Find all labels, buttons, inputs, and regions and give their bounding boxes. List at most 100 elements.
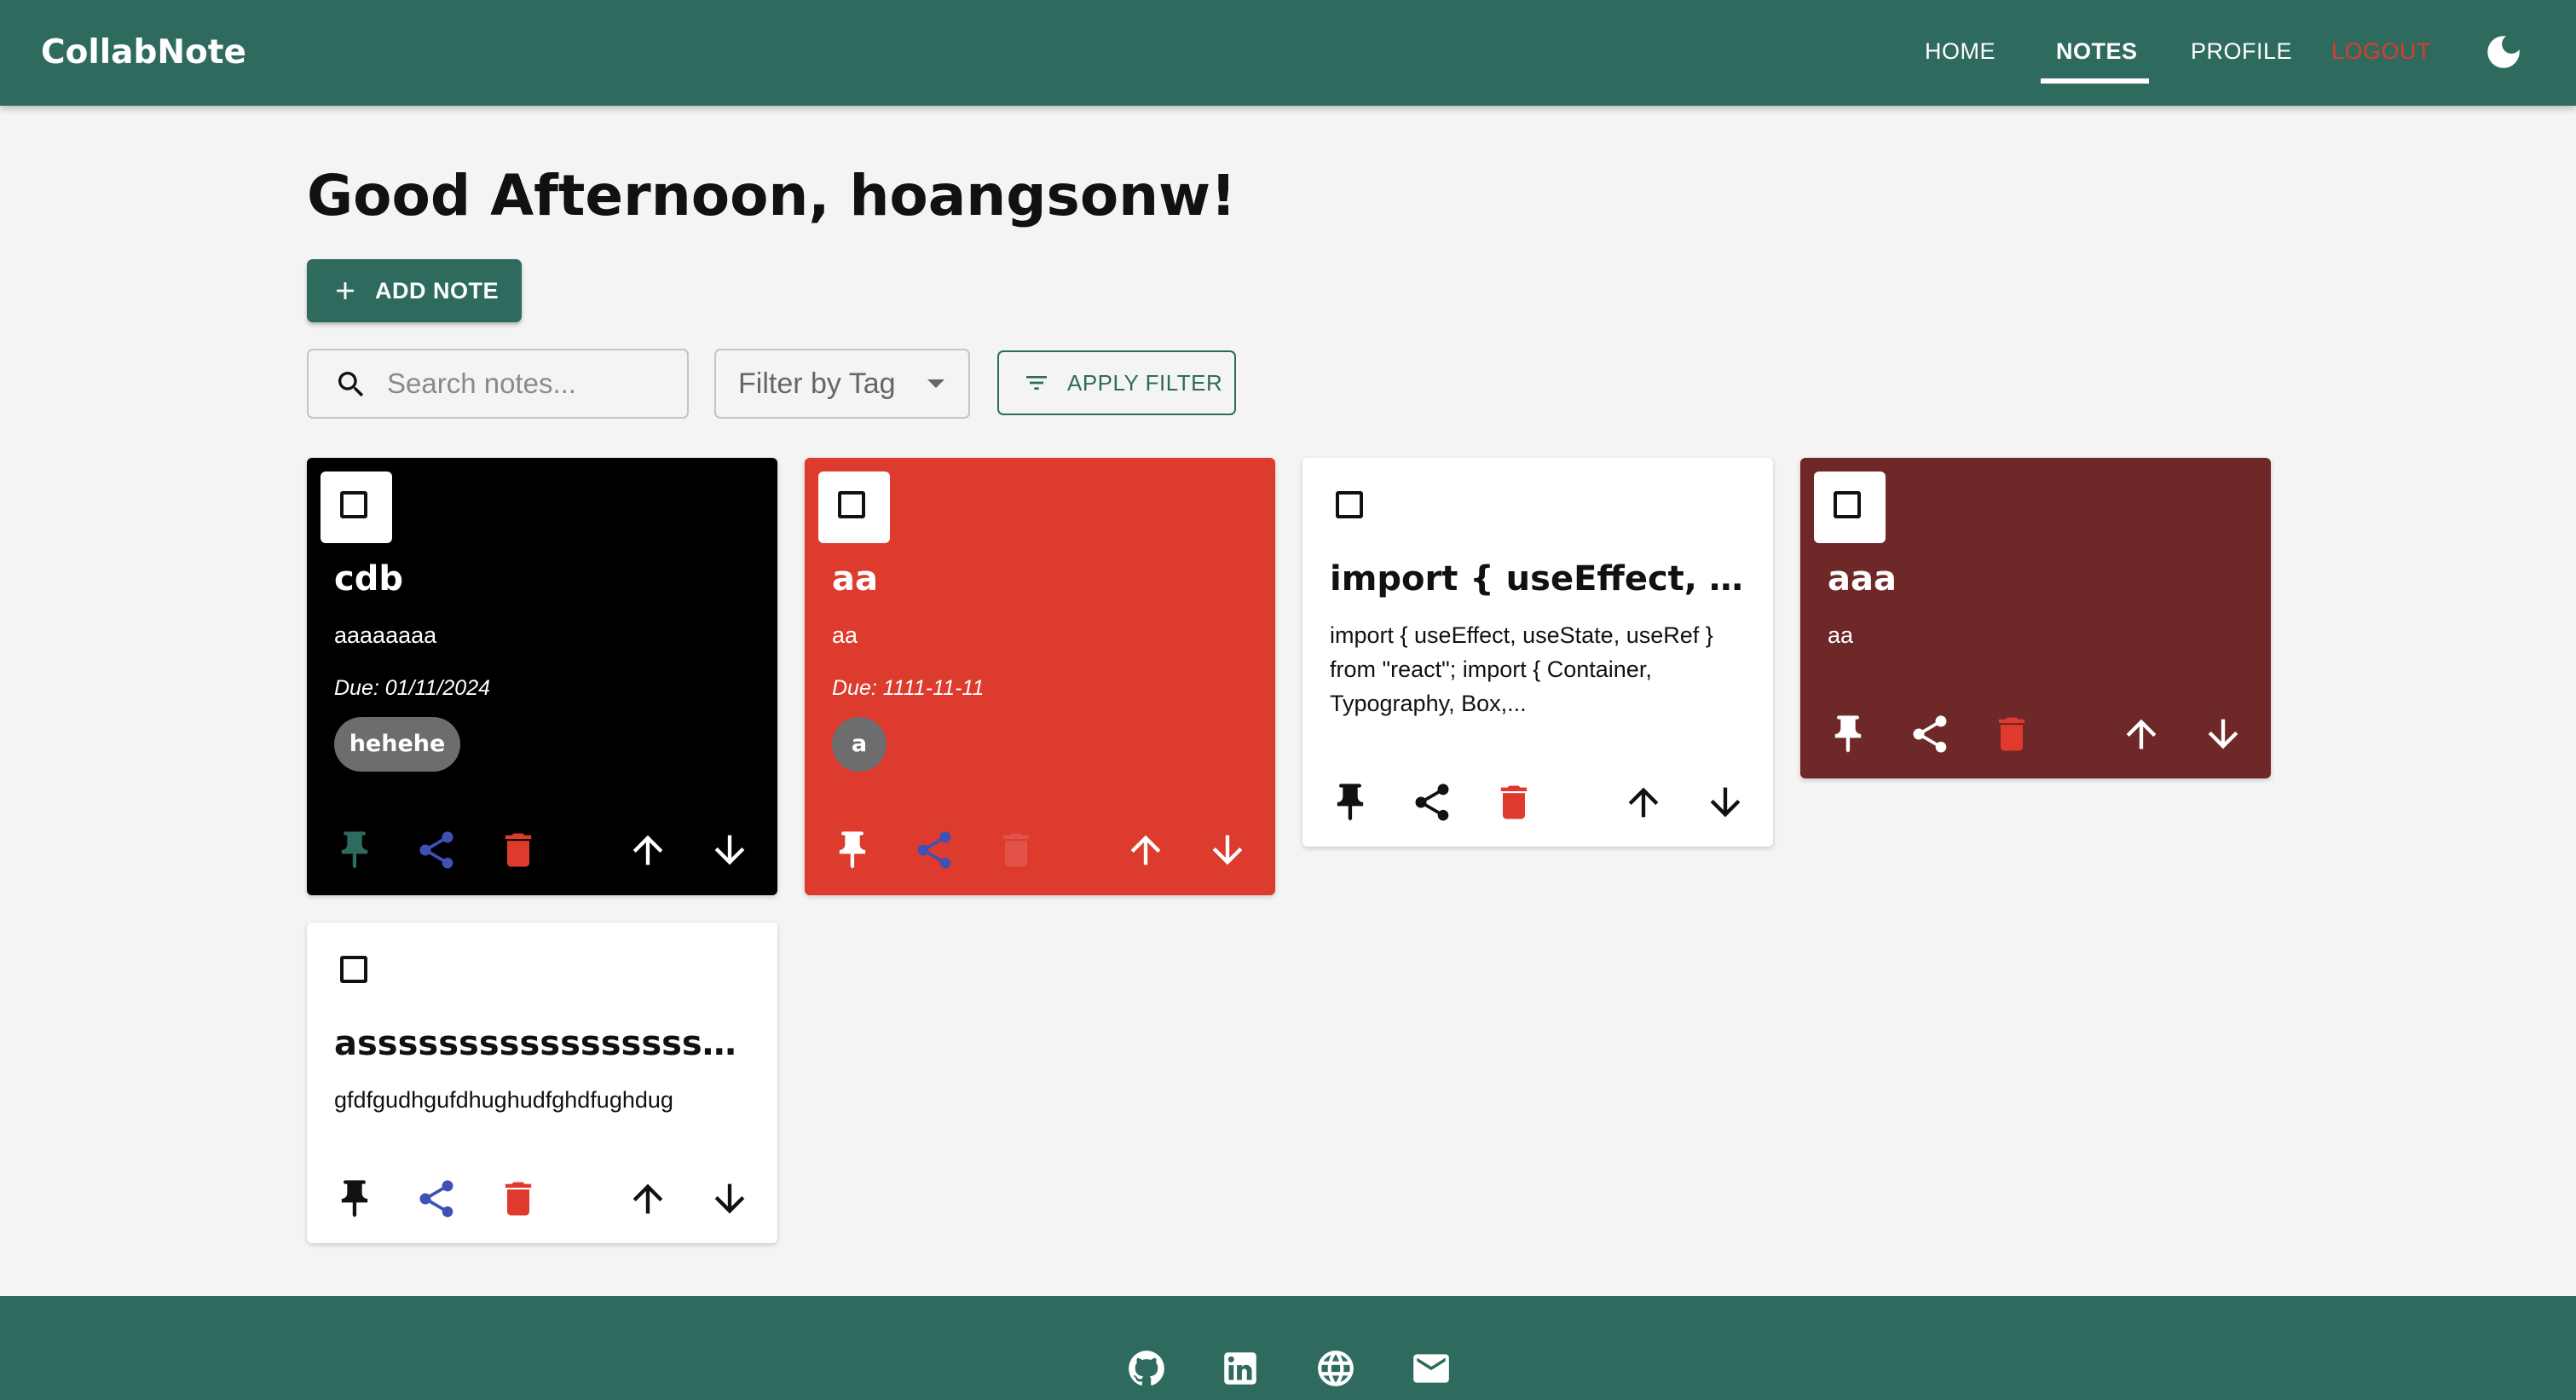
- share-button[interactable]: [1908, 712, 1952, 756]
- checkbox-icon: [838, 491, 865, 518]
- arrow-down-icon: [1212, 835, 1243, 865]
- add-note-label: ADD NOTE: [375, 278, 499, 304]
- checkbox-icon: [1834, 491, 1861, 518]
- checkbox-icon: [340, 956, 367, 983]
- arrow-down-icon: [1710, 787, 1741, 818]
- note-select-checkbox[interactable]: [1316, 471, 1388, 543]
- move-down-button[interactable]: [708, 1177, 752, 1221]
- arrow-up-icon: [1130, 835, 1161, 865]
- theme-toggle-button[interactable]: [2482, 31, 2525, 73]
- pin-button[interactable]: [1826, 712, 1870, 756]
- pin-button[interactable]: [830, 828, 875, 872]
- search-input[interactable]: [387, 350, 668, 417]
- delete-button[interactable]: [994, 828, 1038, 872]
- tag-filter-select[interactable]: Filter by Tag: [714, 349, 970, 419]
- tag-chip[interactable]: hehehe: [334, 717, 460, 772]
- delete-button[interactable]: [496, 1177, 540, 1221]
- trash-icon: [505, 1182, 532, 1216]
- share-icon: [1415, 784, 1449, 821]
- moon-icon: [2487, 36, 2520, 68]
- move-up-button[interactable]: [1621, 780, 1666, 824]
- note-content: aa: [1828, 622, 1854, 648]
- pin-icon: [839, 831, 866, 869]
- nav-profile[interactable]: PROFILE: [2191, 0, 2292, 102]
- nav-active-indicator: [2041, 78, 2149, 84]
- note-due-date: Due: 01/11/2024: [334, 676, 491, 700]
- github-icon: [1129, 1351, 1164, 1386]
- note-content: gfdfgudhgufdhughudfghdfughdug: [334, 1087, 673, 1113]
- arrow-down-icon: [714, 835, 745, 865]
- trash-icon: [1002, 833, 1030, 867]
- delete-button[interactable]: [496, 828, 540, 872]
- move-up-button[interactable]: [2119, 712, 2163, 756]
- share-button[interactable]: [414, 828, 459, 872]
- delete-button[interactable]: [1492, 780, 1536, 824]
- note-title: aaa: [1828, 559, 1897, 599]
- checkbox-icon: [1336, 491, 1363, 518]
- note-content: aa: [832, 622, 858, 648]
- brand-logo[interactable]: CollabNote: [41, 0, 246, 106]
- trash-icon: [505, 833, 532, 867]
- caret-down-icon: [927, 379, 944, 388]
- note-card: aa aa Due: 1111-11-11 a: [805, 458, 1275, 895]
- trash-icon: [1998, 717, 2025, 751]
- checkbox-icon: [340, 491, 367, 518]
- footer: [0, 1296, 2576, 1400]
- share-button[interactable]: [912, 828, 956, 872]
- note-actions: [805, 823, 1275, 877]
- email-link[interactable]: [1410, 1347, 1453, 1390]
- search-icon: [338, 372, 364, 397]
- email-icon: [1413, 1354, 1449, 1383]
- pin-icon: [1834, 715, 1862, 753]
- move-up-button[interactable]: [1123, 828, 1168, 872]
- filter-list-icon: [1026, 376, 1047, 390]
- move-down-button[interactable]: [1205, 828, 1250, 872]
- move-down-button[interactable]: [2201, 712, 2245, 756]
- note-title: aa: [832, 559, 878, 599]
- note-title: assssssssssssssssss...: [334, 1024, 752, 1063]
- share-icon: [917, 831, 951, 869]
- website-link[interactable]: [1314, 1347, 1357, 1390]
- note-select-checkbox[interactable]: [1814, 471, 1886, 543]
- nav-logout[interactable]: LOGOUT: [2331, 0, 2431, 102]
- apply-filter-button[interactable]: APPLY FILTER: [997, 350, 1236, 415]
- note-actions: [307, 1171, 777, 1226]
- apply-filter-label: APPLY FILTER: [1067, 370, 1223, 396]
- page-title: Good Afternoon, hoangsonw!: [307, 163, 1237, 229]
- pin-icon: [341, 1180, 368, 1218]
- note-select-checkbox[interactable]: [818, 471, 890, 543]
- note-actions: [307, 823, 777, 877]
- search-field[interactable]: [307, 349, 689, 419]
- linkedin-link[interactable]: [1219, 1347, 1262, 1390]
- plus-icon: [337, 282, 354, 299]
- move-down-button[interactable]: [708, 828, 752, 872]
- share-button[interactable]: [1410, 780, 1454, 824]
- move-up-button[interactable]: [626, 1177, 670, 1221]
- tag-chip[interactable]: a: [832, 717, 887, 772]
- arrow-down-icon: [2208, 719, 2238, 749]
- move-down-button[interactable]: [1703, 780, 1747, 824]
- note-select-checkbox[interactable]: [321, 471, 392, 543]
- note-select-checkbox[interactable]: [321, 936, 392, 1008]
- pin-button[interactable]: [332, 1177, 377, 1221]
- nav-home[interactable]: HOME: [1925, 0, 1996, 102]
- move-up-button[interactable]: [626, 828, 670, 872]
- share-icon: [419, 1180, 453, 1218]
- share-button[interactable]: [414, 1177, 459, 1221]
- note-card: cdb aaaaaaaa Due: 01/11/2024 hehehe: [307, 458, 777, 895]
- trash-icon: [1500, 785, 1528, 819]
- app-bar: CollabNote HOME NOTES PROFILE LOGOUT: [0, 0, 2576, 106]
- pin-icon: [1337, 784, 1364, 821]
- pin-button[interactable]: [1328, 780, 1372, 824]
- nav-notes[interactable]: NOTES: [2056, 0, 2138, 102]
- arrow-up-icon: [1628, 787, 1659, 818]
- note-card: import { useEffect, use... import { useE…: [1302, 458, 1773, 847]
- linkedin-icon: [1224, 1352, 1256, 1385]
- pin-button[interactable]: [332, 828, 377, 872]
- delete-button[interactable]: [1990, 712, 2034, 756]
- note-title: cdb: [334, 559, 403, 599]
- arrow-down-icon: [714, 1183, 745, 1214]
- add-note-button[interactable]: ADD NOTE: [307, 259, 522, 322]
- github-link[interactable]: [1125, 1347, 1168, 1390]
- note-content: aaaaaaaa: [334, 622, 437, 648]
